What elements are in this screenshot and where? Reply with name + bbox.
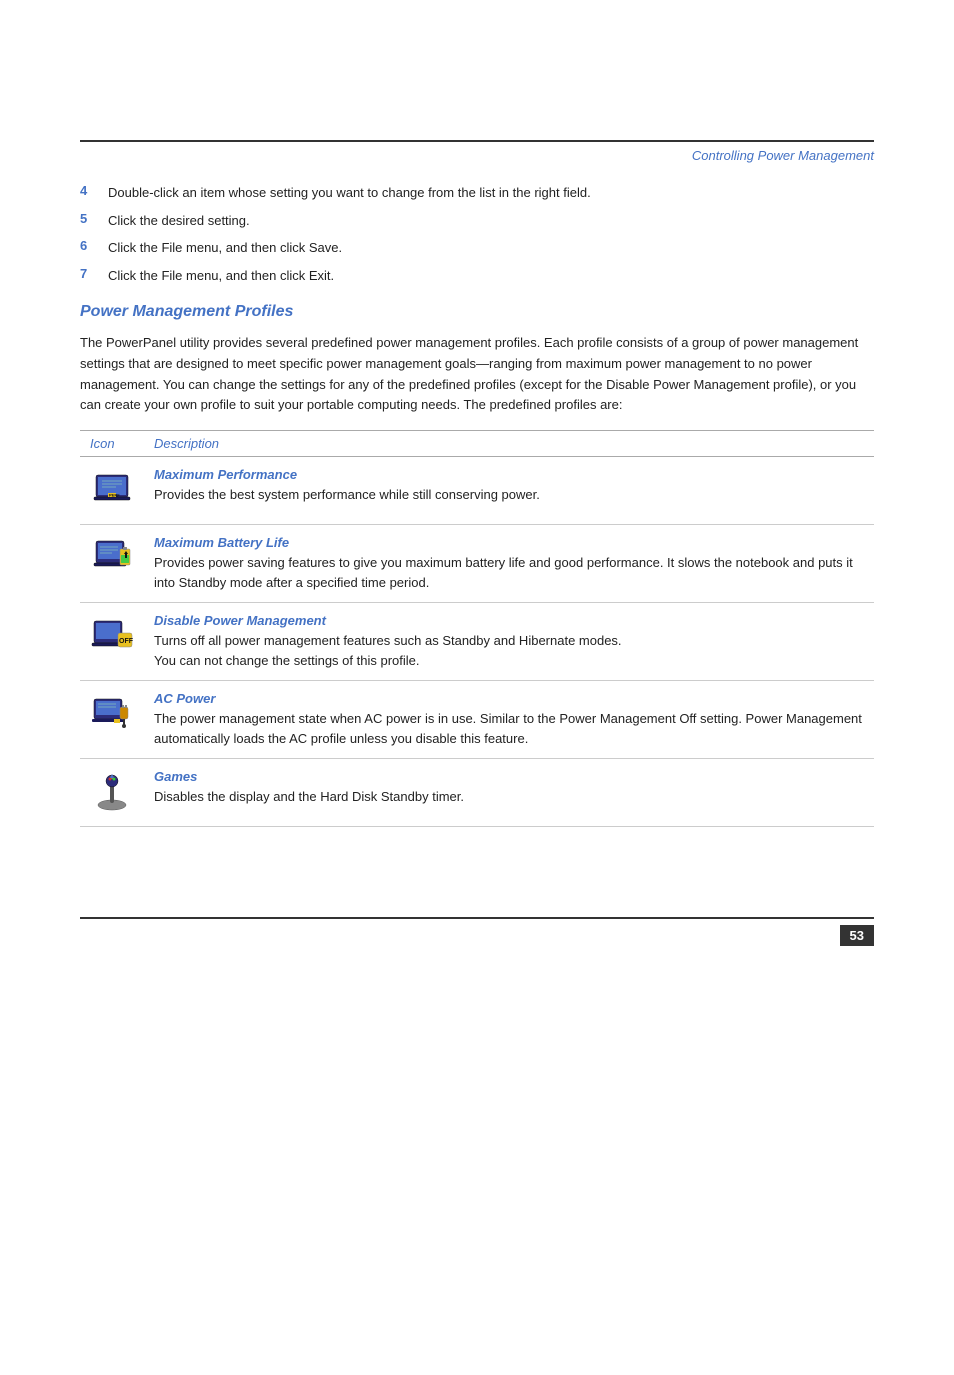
list-item: 4 Double-click an item whose setting you…	[80, 183, 874, 203]
desc-cell-disable: Disable Power Management Turns off all p…	[144, 603, 874, 681]
page-number: 53	[840, 925, 874, 946]
table-row: Maximum Battery Life Provides power savi…	[80, 525, 874, 603]
list-item: 7 Click the File menu, and then click Ex…	[80, 266, 874, 286]
profile-desc-ac: The power management state when AC power…	[154, 711, 862, 746]
profile-name-ac: AC Power	[154, 691, 864, 706]
desc-cell-max-perf: Maximum Performance Provides the best sy…	[144, 457, 874, 525]
profile-name-max-bat: Maximum Battery Life	[154, 535, 864, 550]
bottom-row: 53	[0, 919, 954, 952]
profile-desc-games: Disables the display and the Hard Disk S…	[154, 789, 464, 804]
step-text-7: Click the File menu, and then click Exit…	[108, 266, 334, 286]
desc-cell-ac: AC Power The power management state when…	[144, 681, 874, 759]
page-container: Controlling Power Management 4 Double-cl…	[0, 140, 954, 1375]
profiles-table: Icon Description	[80, 430, 874, 827]
step-text-5: Click the desired setting.	[108, 211, 250, 231]
col-icon-header: Icon	[80, 431, 144, 457]
col-desc-header: Description	[144, 431, 874, 457]
profile-name-max-perf: Maximum Performance	[154, 467, 864, 482]
svg-text:PERF: PERF	[109, 493, 120, 498]
list-item: 5 Click the desired setting.	[80, 211, 874, 231]
header-title: Controlling Power Management	[692, 148, 874, 163]
icon-cell-games	[80, 759, 144, 827]
profile-desc-disable: Turns off all power management features …	[154, 633, 622, 668]
games-icon	[90, 769, 134, 813]
table-row: OFF Disable Power Management Turns off a…	[80, 603, 874, 681]
icon-cell-ac	[80, 681, 144, 759]
battery-life-icon	[90, 535, 134, 579]
disable-power-icon: OFF	[90, 613, 134, 657]
numbered-list: 4 Double-click an item whose setting you…	[80, 183, 874, 285]
step-num-7: 7	[80, 266, 108, 281]
table-row: PERF Maximum Performance Provides the be…	[80, 457, 874, 525]
list-item: 6 Click the File menu, and then click Sa…	[80, 238, 874, 258]
step-text-4: Double-click an item whose setting you w…	[108, 183, 591, 203]
icon-cell-disable: OFF	[80, 603, 144, 681]
intro-text: The PowerPanel utility provides several …	[80, 333, 874, 416]
profile-desc-max-bat: Provides power saving features to give y…	[154, 555, 853, 590]
table-row: Games Disables the display and the Hard …	[80, 759, 874, 827]
step-num-6: 6	[80, 238, 108, 253]
table-row: AC Power The power management state when…	[80, 681, 874, 759]
bottom-spacer	[0, 837, 954, 917]
profile-desc-max-perf: Provides the best system performance whi…	[154, 487, 540, 502]
icon-cell-max-bat	[80, 525, 144, 603]
content-area: 4 Double-click an item whose setting you…	[0, 173, 954, 827]
step-num-5: 5	[80, 211, 108, 226]
header-row: Controlling Power Management	[0, 142, 954, 173]
desc-cell-games: Games Disables the display and the Hard …	[144, 759, 874, 827]
profile-name-disable: Disable Power Management	[154, 613, 864, 628]
profile-name-games: Games	[154, 769, 864, 784]
svg-text:OFF: OFF	[119, 638, 134, 645]
section-title: Power Management Profiles	[80, 303, 874, 321]
step-text-6: Click the File menu, and then click Save…	[108, 238, 342, 258]
icon-cell-max-perf: PERF	[80, 457, 144, 525]
ac-power-icon	[90, 691, 134, 735]
step-num-4: 4	[80, 183, 108, 198]
desc-cell-max-bat: Maximum Battery Life Provides power savi…	[144, 525, 874, 603]
laptop-performance-icon: PERF	[90, 467, 134, 511]
